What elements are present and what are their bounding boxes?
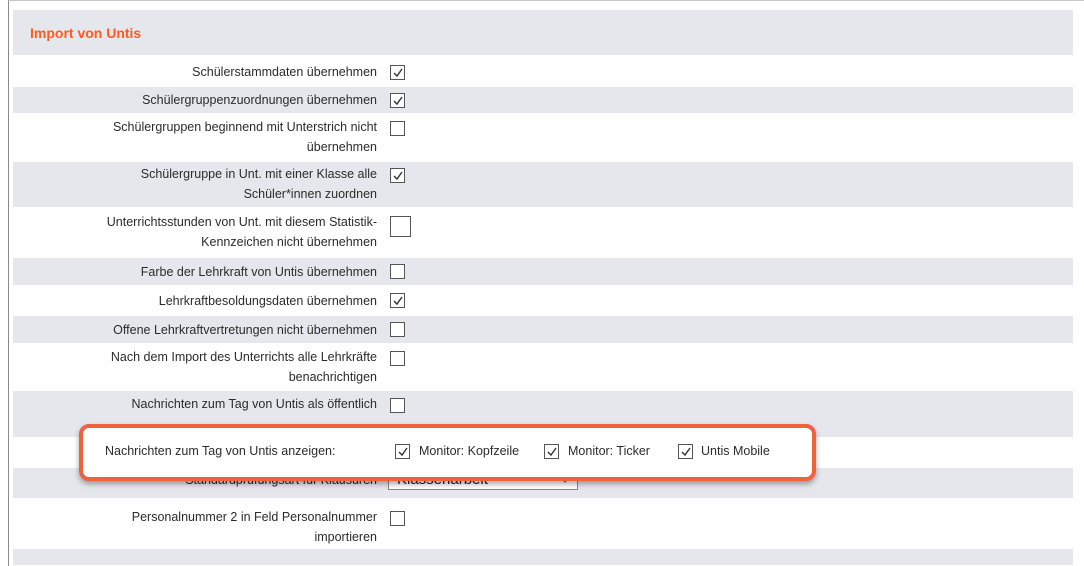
setting-label: Lehrkraftbesoldungsdaten übernehmen (158, 294, 377, 308)
highlight-label: Nachrichten zum Tag von Untis anzeigen: (105, 444, 336, 458)
section-title: Import von Untis (30, 25, 142, 41)
setting-label: Nachrichten zum Tag von Untis als öffent… (131, 397, 378, 411)
setting-checkbox[interactable] (390, 322, 405, 337)
setting-row: Schülerstammdaten übernehmen (13, 59, 1073, 85)
setting-label: Farbe der Lehrkraft von Untis übernehmen (140, 265, 377, 279)
setting-label: Nach dem Import des Unterrichts alle Leh… (110, 350, 377, 384)
setting-row (13, 549, 1073, 565)
checkmark-icon (547, 447, 557, 457)
setting-row: Unterrichtsstunden von Unt. mit diesem S… (13, 209, 1073, 255)
setting-checkbox[interactable] (390, 398, 405, 413)
monitor-kopfzeile-checkbox[interactable] (544, 444, 559, 459)
checkmark-icon (393, 296, 403, 306)
setting-checkbox[interactable] (390, 168, 405, 183)
setting-checkbox[interactable] (390, 65, 405, 80)
setting-row: Personalnummer 2 in Feld Personalnummer i… (13, 500, 1073, 546)
option-label: Monitor: Ticker (568, 444, 650, 458)
highlight-callout: Nachrichten zum Tag von Untis anzeigen: … (79, 424, 816, 481)
setting-checkbox[interactable] (390, 351, 405, 366)
setting-checkbox[interactable] (390, 121, 405, 136)
checkmark-icon (393, 171, 403, 181)
setting-checkbox[interactable] (390, 216, 411, 237)
setting-row: Schülergruppenzuordnungen übernehmen (13, 87, 1073, 113)
checkmark-icon (393, 68, 403, 78)
setting-label: Schülergruppenzuordnungen übernehmen (142, 93, 377, 107)
setting-checkbox[interactable] (390, 264, 405, 279)
setting-label: Unterrichtsstunden von Unt. mit diesem S… (106, 215, 377, 249)
checkmark-icon (398, 447, 408, 457)
checkmark-icon (681, 447, 691, 457)
setting-label: Offene Lehrkraftvertretungen nicht übern… (113, 323, 377, 337)
setting-row: Lehrkraftbesoldungsdaten übernehmen (13, 287, 1073, 314)
setting-row: Offene Lehrkraftvertretungen nicht übern… (13, 316, 1073, 343)
setting-checkbox[interactable] (390, 93, 405, 108)
setting-checkbox[interactable] (390, 293, 405, 308)
setting-row: Schülergruppen beginnend mit Unterstrich… (13, 115, 1073, 160)
setting-label: Schülergruppen beginnend mit Unterstrich… (112, 120, 377, 154)
setting-row: Farbe der Lehrkraft von Untis übernehmen (13, 258, 1073, 285)
section-header: Import von Untis (13, 10, 1073, 55)
messages-display-checkbox[interactable] (395, 444, 410, 459)
setting-checkbox[interactable] (390, 511, 405, 526)
option-label: Monitor: Kopfzeile (419, 444, 520, 458)
option-label: Untis Mobile (701, 444, 770, 458)
checkmark-icon (393, 96, 403, 106)
setting-label: Personalnummer 2 in Feld Personalnummer i… (131, 510, 377, 544)
monitor-ticker-checkbox[interactable] (678, 444, 693, 459)
setting-row: Schülergruppe in Unt. mit einer Klasse a… (13, 162, 1073, 207)
setting-label: Schülerstammdaten übernehmen (192, 65, 377, 79)
setting-row: Nach dem Import des Unterrichts alle Leh… (13, 345, 1073, 389)
setting-label: Schülergruppe in Unt. mit einer Klasse a… (140, 167, 377, 201)
